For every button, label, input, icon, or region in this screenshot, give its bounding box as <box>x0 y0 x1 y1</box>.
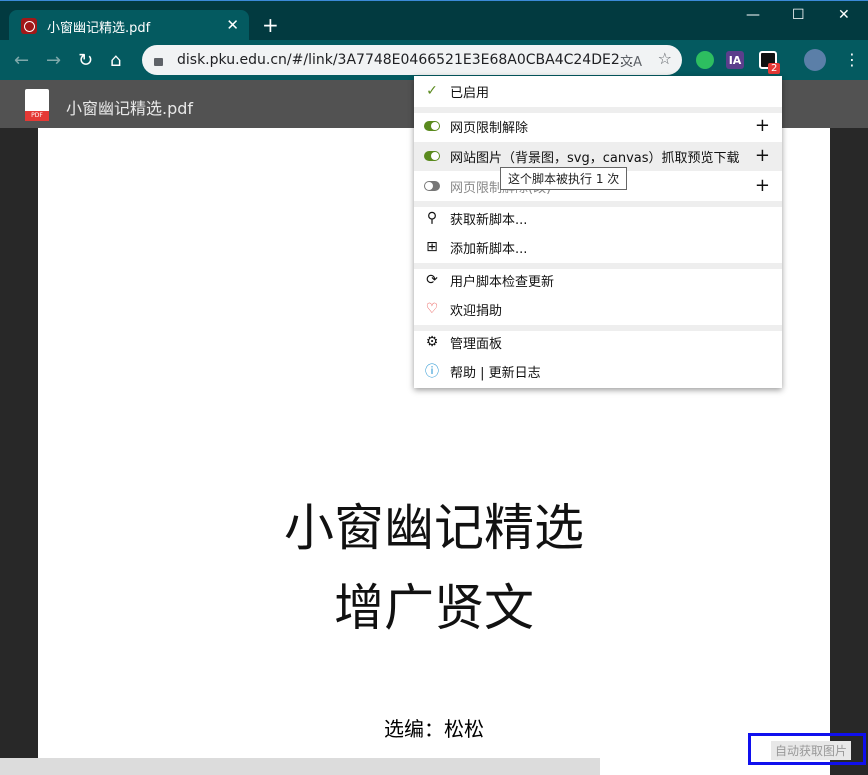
address-bar[interactable]: disk.pku.edu.cn/#/link/3A7748E0466521E3E… <box>142 45 682 75</box>
extension-badge: 2 <box>768 63 781 74</box>
browser-tab[interactable]: 小窗幽记精选.pdf ✕ <box>9 10 249 42</box>
menu-add-script[interactable]: ⊞ 添加新脚本... <box>414 233 782 262</box>
menu-check-updates[interactable]: ⟳ 用户脚本检查更新 <box>414 266 782 295</box>
plus-icon[interactable]: + <box>755 145 770 166</box>
translate-icon[interactable]: 文A <box>620 51 642 70</box>
url-text: disk.pku.edu.cn/#/link/3A7748E0466521E3E… <box>177 52 634 68</box>
home-icon[interactable]: ⌂ <box>110 50 121 71</box>
heart-icon: ♡ <box>425 301 439 317</box>
close-window-button[interactable]: ✕ <box>838 7 850 23</box>
menu-donate[interactable]: ♡ 欢迎捐助 <box>414 295 782 324</box>
back-icon[interactable]: ← <box>14 50 29 71</box>
toggle-on-icon[interactable] <box>424 148 440 164</box>
info-icon: ⓘ <box>425 364 439 380</box>
minimize-button[interactable]: — <box>746 7 760 23</box>
script-item[interactable]: 网页限制解除 + <box>414 112 782 141</box>
menu-enabled[interactable]: ✓ 已启用 <box>414 77 782 106</box>
new-tab-button[interactable]: + <box>262 13 279 37</box>
check-icon: ✓ <box>426 83 438 99</box>
pdf-title: 小窗幽记精选.pdf <box>66 99 194 118</box>
lock-icon <box>154 58 163 66</box>
tampermonkey-menu: ✓ 已启用 网页限制解除 + 网站图片（背景图，svg，canvas）抓取预览下载 +… <box>414 76 782 388</box>
menu-get-scripts[interactable]: ⚲ 获取新脚本... <box>414 204 782 233</box>
pdf-file-icon: PDF <box>25 89 49 121</box>
reload-icon[interactable]: ↻ <box>78 50 93 71</box>
plus-icon[interactable]: + <box>755 115 770 136</box>
search-icon: ⚲ <box>426 210 438 226</box>
maximize-button[interactable]: ☐ <box>792 7 805 23</box>
evernote-icon[interactable] <box>696 51 714 69</box>
pku-favicon-icon <box>21 18 37 34</box>
toggle-on-icon[interactable] <box>424 118 440 134</box>
menu-icon[interactable]: ⋮ <box>844 50 860 69</box>
horizontal-scrollbar[interactable] <box>0 758 600 775</box>
menu-dashboard[interactable]: ⚙ 管理面板 <box>414 328 782 357</box>
browser-toolbar: ← → ↻ ⌂ disk.pku.edu.cn/#/link/3A7748E04… <box>0 40 868 80</box>
book-subtitle: 增广贤文 <box>334 579 534 637</box>
plus-icon[interactable]: + <box>755 175 770 196</box>
star-icon[interactable]: ☆ <box>658 49 672 68</box>
refresh-icon: ⟳ <box>426 272 438 288</box>
toggle-off-icon[interactable] <box>424 178 440 194</box>
title-bar: 小窗幽记精选.pdf ✕ + — ☐ ✕ <box>0 0 868 42</box>
add-box-icon: ⊞ <box>426 239 438 255</box>
close-tab-icon[interactable]: ✕ <box>226 16 239 34</box>
tooltip: 这个脚本被执行 1 次 <box>500 167 628 190</box>
editor-line: 选编：松松 <box>384 717 484 741</box>
forward-icon[interactable]: → <box>46 50 61 71</box>
avatar[interactable] <box>804 49 826 71</box>
tab-title: 小窗幽记精选.pdf <box>47 20 151 36</box>
menu-help[interactable]: ⓘ 帮助 | 更新日志 <box>414 357 782 386</box>
book-title: 小窗幽记精选 <box>284 499 584 557</box>
ia-extension-icon[interactable]: IA <box>726 51 744 69</box>
auto-fetch-images-button[interactable]: 自动获取图片 <box>748 733 866 765</box>
gear-icon: ⚙ <box>425 334 439 350</box>
